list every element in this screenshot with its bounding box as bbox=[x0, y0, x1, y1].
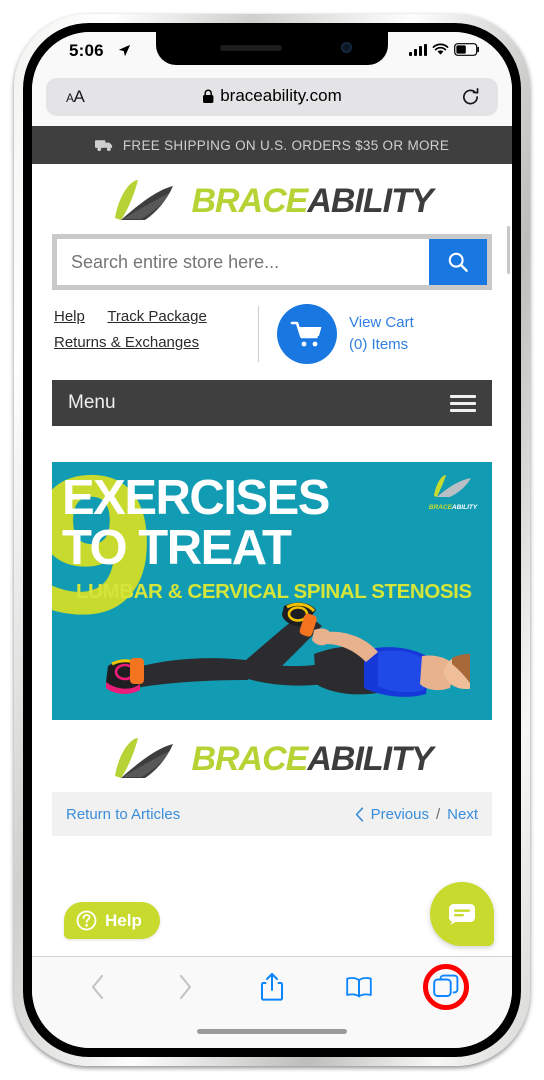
link-returns-exchanges[interactable]: Returns & Exchanges bbox=[54, 334, 254, 351]
help-widget-label: Help bbox=[105, 910, 142, 930]
braceability-swoosh-icon bbox=[111, 178, 189, 224]
forward-button[interactable] bbox=[163, 967, 207, 1007]
free-shipping-text: FREE SHIPPING ON U.S. ORDERS $35 OR MORE bbox=[122, 137, 450, 153]
bookmarks-book-icon bbox=[346, 977, 372, 998]
shopping-cart-icon[interactable] bbox=[277, 304, 337, 364]
next-article-link[interactable]: Next bbox=[447, 806, 478, 823]
help-widget-button[interactable]: Help bbox=[64, 902, 160, 939]
status-bar-time: 5:06 bbox=[69, 41, 104, 60]
home-indicator[interactable] bbox=[197, 1029, 347, 1034]
hamburger-menu-icon[interactable] bbox=[450, 391, 476, 416]
forward-chevron-icon bbox=[179, 974, 191, 1000]
search-icon bbox=[448, 252, 468, 272]
site-logo-text-footer: BRACEABILITY bbox=[191, 739, 433, 779]
search-bar-container bbox=[52, 234, 492, 290]
logo-text-brace: BRACE bbox=[191, 181, 308, 220]
hero-watermark-ability: ABILITY bbox=[451, 504, 478, 511]
chat-bubble-icon bbox=[449, 904, 475, 925]
utility-divider bbox=[258, 306, 259, 362]
status-bar-indicators bbox=[409, 43, 480, 56]
logo-text-brace-footer: BRACE bbox=[191, 739, 308, 778]
safari-bottom-toolbar bbox=[32, 956, 512, 1048]
earpiece-speaker bbox=[220, 45, 282, 51]
article-hero-banner[interactable]: 9 EXERCISES TO TREAT LUMBAR & CERVICAL S… bbox=[52, 462, 492, 720]
url-text: braceability.com bbox=[220, 86, 342, 105]
question-mark-circle-icon bbox=[76, 910, 97, 931]
reload-icon[interactable] bbox=[461, 87, 480, 107]
previous-article-link[interactable]: Previous bbox=[371, 806, 429, 823]
hero-line-1: EXERCISES bbox=[62, 471, 330, 525]
utility-row: Help Track Package Returns & Exchanges V… bbox=[32, 290, 512, 374]
menu-label: Menu bbox=[68, 392, 116, 413]
return-to-articles-link[interactable]: Return to Articles bbox=[66, 806, 180, 823]
site-logo-footer[interactable]: BRACEABILITY bbox=[32, 720, 512, 792]
cart-view-label[interactable]: View Cart bbox=[349, 312, 414, 334]
site-logo-text: BRACEABILITY bbox=[191, 181, 433, 221]
article-navigation-bar: Return to Articles Previous / Next bbox=[52, 792, 492, 836]
wifi-icon bbox=[432, 43, 449, 55]
address-bar-content: braceability.com bbox=[202, 86, 342, 106]
back-chevron-icon bbox=[91, 974, 103, 1000]
link-help[interactable]: Help bbox=[54, 308, 85, 325]
search-submit-button[interactable] bbox=[429, 239, 487, 285]
front-camera bbox=[341, 42, 352, 53]
cellular-signal-icon bbox=[409, 43, 427, 56]
hero-watermark-text: BRACEABILITY bbox=[422, 504, 484, 511]
webpage-viewport[interactable]: FREE SHIPPING ON U.S. ORDERS $35 OR MORE… bbox=[32, 126, 512, 956]
cart-text: View Cart (0) Items bbox=[349, 312, 414, 356]
braceability-swoosh-icon-footer bbox=[111, 736, 189, 782]
tabs-button[interactable] bbox=[423, 964, 470, 1010]
page-scroll-indicator[interactable] bbox=[507, 226, 510, 274]
lock-icon bbox=[203, 89, 214, 103]
prev-next-nav: Previous / Next bbox=[355, 806, 478, 823]
exercise-photo-person bbox=[106, 602, 470, 697]
chat-widget-button[interactable] bbox=[430, 882, 494, 946]
search-input[interactable] bbox=[57, 239, 429, 285]
share-button[interactable] bbox=[250, 967, 294, 1007]
chevron-left-icon[interactable] bbox=[355, 806, 364, 822]
site-logo-header[interactable]: BRACEABILITY bbox=[32, 164, 512, 234]
site-menu-bar[interactable]: Menu bbox=[52, 380, 492, 426]
battery-icon bbox=[454, 43, 479, 56]
hero-watermark-brace: BRACE bbox=[428, 504, 452, 511]
cart-block[interactable]: View Cart (0) Items bbox=[277, 304, 414, 364]
bookmarks-button[interactable] bbox=[337, 967, 381, 1007]
utility-links: Help Track Package Returns & Exchanges bbox=[54, 308, 254, 360]
delivery-truck-icon bbox=[94, 140, 112, 152]
phone-screen: 5:06 AA braceability.com FREE SHIPPING O… bbox=[32, 32, 512, 1048]
address-bar[interactable]: AA braceability.com bbox=[46, 78, 498, 116]
logo-text-ability-footer: ABILITY bbox=[307, 739, 433, 778]
phone-notch bbox=[156, 32, 388, 65]
text-size-button[interactable]: AA bbox=[66, 87, 85, 107]
cart-items-count: (0) Items bbox=[349, 336, 409, 353]
back-button[interactable] bbox=[76, 967, 120, 1007]
hero-watermark-logo: BRACEABILITY bbox=[422, 472, 484, 511]
link-track-package[interactable]: Track Package bbox=[107, 308, 207, 325]
location-arrow-icon bbox=[118, 44, 131, 57]
nav-separator: / bbox=[435, 805, 441, 823]
logo-text-ability: ABILITY bbox=[307, 181, 433, 220]
safari-top-bar: AA braceability.com bbox=[32, 74, 512, 126]
hero-line-2: TO TREAT bbox=[62, 521, 292, 575]
free-shipping-banner: FREE SHIPPING ON U.S. ORDERS $35 OR MORE bbox=[32, 126, 512, 164]
tabs-icon bbox=[433, 974, 459, 997]
share-icon bbox=[260, 973, 283, 1001]
